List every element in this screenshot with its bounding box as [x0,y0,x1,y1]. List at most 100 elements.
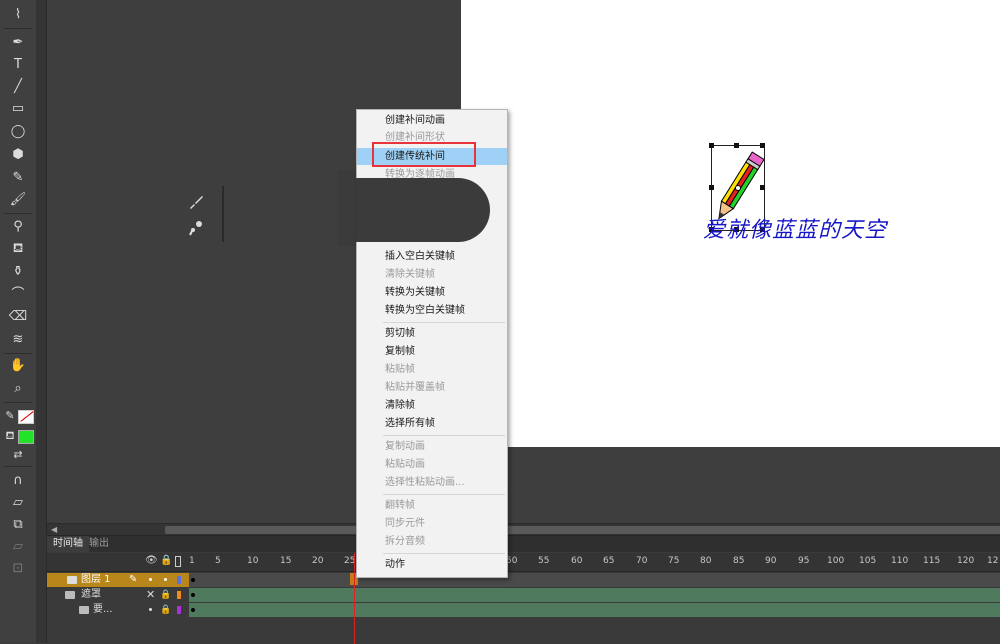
timeline-panel: 时间轴 输出 👁 🔒 1 5 10 15 20 25 50 55 60 65 7… [47,535,1000,644]
menu-item-clear-keyframe[interactable]: 清除关键帧 [357,266,507,283]
frame-number: 1 [189,556,195,566]
menu-item-select-all-frames[interactable]: 选择所有帧 [357,415,507,432]
layer-name-cell[interactable]: 遮罩 ✕ 🔒 [47,588,189,602]
brush-tool-icon[interactable] [186,192,206,212]
eyedropper-icon[interactable]: ⌒ [8,286,28,304]
keyframe[interactable] [191,608,195,612]
frame-number: 5 [215,556,221,566]
layer-color-swatch[interactable] [177,576,181,584]
zoom-tool-icon[interactable]: ⌕ [8,380,28,398]
frame-number: 12 [987,556,999,566]
tool-separator [4,402,32,403]
eraser-icon[interactable]: ⌫ [8,308,28,326]
transform-handle[interactable] [734,143,739,148]
layer-row-1[interactable]: 图层 1 ✎ [47,573,1000,587]
oval-tool-icon[interactable]: ◯ [8,123,28,141]
playhead-line[interactable] [354,553,355,644]
tool-separator [4,353,32,354]
visibility-dot[interactable] [149,578,152,581]
eye-icon[interactable]: 👁 [145,555,158,566]
keyframe[interactable] [191,578,195,582]
tab-output[interactable]: 输出 [83,536,115,552]
paint-bucket-icon[interactable]: ⛾ [8,240,28,258]
menu-item-split-audio[interactable]: 拆分音频 [357,533,507,550]
frame-number: 100 [827,556,845,566]
transform-handle[interactable] [709,143,714,148]
hidden-x-icon[interactable]: ✕ [146,588,155,602]
lock-icon[interactable]: 🔒 [160,588,171,602]
lock-icon[interactable]: 🔒 [160,603,171,617]
keyframe[interactable] [191,593,195,597]
menu-item-cut-frames[interactable]: 剪切帧 [357,325,507,342]
menu-item-paste-motion[interactable]: 粘贴动画 [357,456,507,473]
frame-number: 55 [538,556,550,566]
layer-color-swatch[interactable] [177,591,181,599]
menu-item-paste-motion-special[interactable]: 选择性粘贴动画... [357,474,507,491]
layer-row-3[interactable]: 要... 🔒 [47,603,1000,617]
width-tool-icon[interactable]: ≋ [8,331,28,349]
pen-icon[interactable]: ✒ [8,34,28,52]
menu-item-convert-to-keyframes[interactable]: 转换为关键帧 [357,284,507,301]
menu-item-copy-frames[interactable]: 复制帧 [357,343,507,360]
polystar-tool-icon[interactable]: ⬢ [8,146,28,164]
bone-tool-icon[interactable]: ⚲ [8,218,28,236]
frame-number: 95 [798,556,810,566]
frame-number: 75 [668,556,680,566]
lock-dot[interactable] [164,578,167,581]
layer-color-swatch[interactable] [177,606,181,614]
bone-tool-icon[interactable] [186,218,206,238]
brush-tool-icon[interactable]: 🖌 [8,191,28,209]
straighten-icon[interactable]: ⧉ [8,516,28,534]
occluding-shape [356,178,490,242]
layer-frames[interactable] [189,588,1000,602]
transform-handle[interactable] [760,185,765,190]
smooth-icon[interactable]: ▱ [8,494,28,512]
tool-separator [4,466,32,467]
layer-name-cell[interactable]: 要... 🔒 [47,603,189,617]
layer-name[interactable]: 图层 1 [81,573,111,587]
menu-item-paste-and-overwrite-frames[interactable]: 粘贴并覆盖帧 [357,379,507,396]
visibility-dot[interactable] [149,608,152,611]
outline-icon[interactable] [175,556,181,567]
menu-separator [383,553,505,554]
stage-text[interactable]: 爱就像蓝蓝的天空 [703,212,887,244]
text-tool-icon[interactable]: T [8,56,28,74]
ink-bottle-icon[interactable]: ⚱ [8,263,28,281]
menu-item-reverse-frames[interactable]: 翻转帧 [357,497,507,514]
layer-name[interactable]: 遮罩 [81,588,101,602]
scroll-thumb[interactable] [165,526,1000,534]
pencil-edit-icon: ✎ [129,574,138,585]
menu-item-actions[interactable]: 动作 [357,556,507,573]
layer-frames[interactable] [189,603,1000,617]
menu-item-clear-frames[interactable]: 清除帧 [357,397,507,414]
layer-frames[interactable] [189,573,1000,587]
distort-icon[interactable]: ⊡ [8,560,28,578]
frame-number: 110 [891,556,909,566]
menu-item-synchronize-symbols[interactable]: 同步元件 [357,515,507,532]
transform-handle[interactable] [760,143,765,148]
pencil-tool-icon[interactable]: ✎ [8,169,28,187]
menu-item-paste-frames[interactable]: 粘贴帧 [357,361,507,378]
snap-magnet-icon[interactable]: ∩ [8,472,28,490]
frame-number: 115 [923,556,941,566]
layer-name[interactable]: 要... [93,603,113,617]
masked-layer-icon [79,606,89,614]
lock-icon[interactable]: 🔒 [160,555,172,566]
menu-item-create-motion-tween[interactable]: 创建补间动画 [357,112,507,129]
lasso-icon[interactable]: ⌇ [8,6,28,24]
transform-handle[interactable] [709,185,714,190]
frame-number: 85 [733,556,745,566]
frame-number: 90 [765,556,777,566]
menu-item-insert-blank-keyframe[interactable]: 插入空白关键帧 [357,248,507,265]
layer-row-2[interactable]: 遮罩 ✕ 🔒 [47,588,1000,602]
layer-name-cell[interactable]: 图层 1 ✎ [47,573,189,587]
transform-icon[interactable]: ▱ [8,538,28,556]
line-tool-icon[interactable]: ╱ [8,78,28,96]
menu-item-copy-motion[interactable]: 复制动画 [357,438,507,455]
rectangle-tool-icon[interactable]: ▭ [8,100,28,118]
menu-item-convert-to-blank-keyframes[interactable]: 转换为空白关键帧 [357,302,507,319]
stroke-color-swatch[interactable] [18,410,34,424]
fill-color-swatch[interactable] [18,430,34,444]
hand-tool-icon[interactable]: ✋ [8,357,28,375]
swap-colors-icon[interactable]: ⇄ [8,446,28,464]
